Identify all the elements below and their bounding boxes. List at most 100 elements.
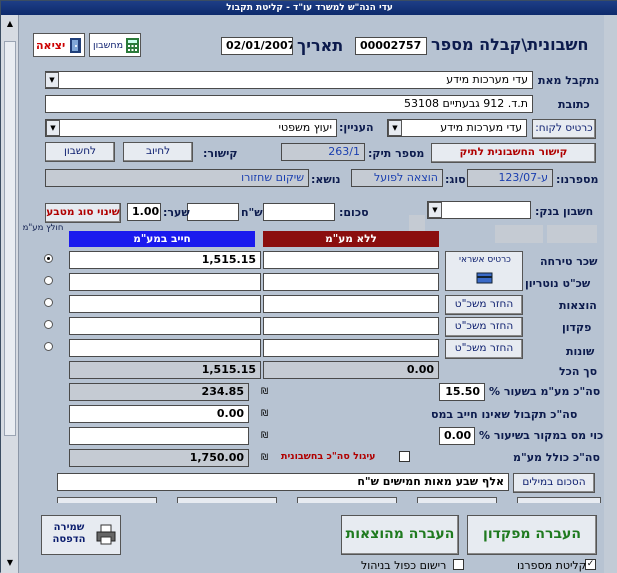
fees-no-vat-field[interactable] [263, 251, 439, 269]
misc-vat-field[interactable] [69, 339, 261, 357]
receipt-checkbox[interactable]: ✓ [585, 559, 596, 570]
total-vat-field: 1,515.15 [69, 361, 261, 379]
round-invoice-checkbox[interactable] [399, 451, 410, 462]
vat-rate-label: סה"כ מע"מ בשעור % [489, 385, 601, 398]
double-entry-label: רישום כפול בניהול [361, 559, 447, 572]
expenses-no-vat-field[interactable] [263, 295, 439, 313]
vat-exempt-label: חולץ מע"מ [22, 223, 64, 233]
notary-vat-field[interactable] [69, 273, 261, 291]
withholding-label: ניכוי מס במקור בשיעור % [479, 429, 612, 442]
vat-rate-field[interactable]: 15.50 [439, 383, 485, 401]
not-taxable-field[interactable]: 0.00 [69, 405, 249, 423]
app-window: עדי הנה"ש למשרד עו"ד - קליטת תקבול ▲ ▼ י… [0, 0, 617, 573]
exit-door-icon [70, 38, 81, 53]
link-invoice-button[interactable]: קישור החשבונית לתיק [431, 143, 596, 163]
file-number-label: מספר תיק: [368, 147, 425, 160]
bank-account-field[interactable] [427, 201, 531, 219]
double-entry-checkbox[interactable] [453, 559, 464, 570]
scroll-thumb[interactable] [4, 41, 16, 436]
date-field[interactable]: 02/01/2007 [221, 37, 293, 55]
topic-field[interactable]: שיקום שחזורו [45, 169, 309, 187]
shekel-icon: ₪ [261, 431, 269, 441]
type-field[interactable]: הוצאה לפועל [351, 169, 443, 187]
tab-2[interactable] [297, 497, 397, 503]
vat-exempt-radio-misc[interactable] [44, 342, 53, 351]
window-title: עדי הנה"ש למשרד עו"ד - קליטת תקבול [1, 1, 617, 15]
return-fees-button-2[interactable]: החזר משכ"ט [445, 317, 523, 337]
exit-label: יציאה [36, 39, 66, 52]
tab-3[interactable] [417, 497, 497, 503]
vat-amount-field: 234.85 [69, 383, 249, 401]
save-print-label: שמירה הדפסה [52, 522, 86, 545]
subject-field[interactable]: יעוץ משפטי [45, 119, 337, 137]
row-label-expenses: הוצאות [559, 299, 597, 312]
file-number-value: 263/1 [328, 145, 360, 158]
account-button[interactable]: לחשבון [45, 142, 115, 162]
tab-4[interactable] [517, 497, 601, 503]
nis-label: ש"ח [241, 206, 263, 219]
form-title: חשבונית\קבלה מספר [431, 35, 589, 54]
numbers-label: מספרנו: [556, 173, 599, 186]
address-field[interactable]: ת.ד. 912 גבעתיים 53108 [45, 95, 533, 113]
address-label: כתובת [558, 98, 590, 111]
calculator-icon [126, 38, 139, 53]
type-label: סוג: [445, 173, 466, 186]
client-card-dropdown-icon[interactable]: ▼ [388, 120, 402, 136]
grand-total-field: 1,750.00 [69, 449, 249, 467]
scroll-down-icon[interactable]: ▼ [4, 558, 16, 570]
row-label-notary: שכ"ט נוטריון [525, 277, 591, 290]
calculator-label: מחשבון [93, 40, 124, 51]
link-label: קישור: [203, 147, 238, 160]
no-vat-header: ללא מע"מ [263, 231, 439, 247]
amount-field[interactable] [263, 203, 335, 221]
round-invoice-label: עיגול סה"כ בחשבונית [281, 451, 376, 462]
amount-label: סכום: [339, 206, 369, 219]
file-number-field[interactable]: 263/1 [281, 143, 365, 161]
save-print-button[interactable]: שמירה הדפסה [41, 515, 121, 555]
client-card-button[interactable]: כרטיס לקוח: [532, 119, 596, 139]
withholding-rate-field[interactable]: 0.00 [439, 427, 475, 445]
client-card-field[interactable]: עדי מערכות מידע [387, 119, 527, 137]
nis-field[interactable] [187, 203, 239, 221]
bank-account-label: חשבון בנק: [535, 205, 594, 218]
debit-button[interactable]: לחיוב [123, 142, 193, 162]
row-label-deposit: פקדון [562, 321, 592, 334]
tab-strip [57, 497, 601, 503]
amount-in-words-button[interactable]: הסכום במילים [513, 473, 595, 493]
fees-vat-field[interactable]: 1,515.15 [69, 251, 261, 269]
return-fees-button-3[interactable]: החזר משכ"ט [445, 339, 523, 359]
amount-in-words-field[interactable]: אלף שבע מאות חמישים ש"ח [57, 473, 509, 491]
change-currency-button[interactable]: שינוי סוג מטבע [45, 203, 121, 223]
vat-exempt-radio-expenses[interactable] [44, 298, 53, 307]
deposit-vat-field[interactable] [69, 317, 261, 335]
rate-field[interactable]: 1.00 [127, 203, 161, 221]
received-from-dropdown-icon[interactable]: ▼ [45, 72, 59, 88]
scroll-up-icon[interactable]: ▲ [4, 19, 16, 31]
bank-account-dropdown-icon[interactable]: ▼ [428, 202, 442, 218]
transfer-deposit-button[interactable]: העברה מפקדון [467, 515, 597, 555]
vat-exempt-radio-fees[interactable] [44, 254, 53, 263]
vat-exempt-radio-notary[interactable] [44, 276, 53, 285]
numbers-field[interactable]: ע-123/07 [467, 169, 553, 187]
vertical-scrollbar[interactable]: ▲ ▼ [1, 15, 19, 573]
shekel-icon: ₪ [261, 453, 269, 463]
transfer-expenses-button[interactable]: העברה מהוצאות [341, 515, 459, 555]
vat-exempt-radio-deposit[interactable] [44, 320, 53, 329]
exit-button[interactable]: יציאה [33, 33, 85, 57]
invoice-number-field[interactable]: 00002757 [355, 37, 427, 55]
tab-1[interactable] [177, 497, 277, 503]
received-from-field[interactable]: עדי מערכות מידע [45, 71, 533, 89]
credit-card-button[interactable]: כרטיס אשראי [445, 251, 523, 291]
right-frame [604, 15, 617, 573]
return-fees-button-1[interactable]: החזר משכ"ט [445, 295, 523, 315]
shekel-icon: ₪ [261, 387, 269, 397]
expenses-vat-field[interactable] [69, 295, 261, 313]
withholding-amount-field[interactable] [69, 427, 249, 445]
misc-no-vat-field[interactable] [263, 339, 439, 357]
shekel-icon: ₪ [261, 409, 269, 419]
calculator-button[interactable]: מחשבון [89, 33, 141, 57]
subject-dropdown-icon[interactable]: ▼ [46, 120, 60, 136]
deposit-no-vat-field[interactable] [263, 317, 439, 335]
notary-no-vat-field[interactable] [263, 273, 439, 291]
tab-0[interactable] [57, 497, 157, 503]
